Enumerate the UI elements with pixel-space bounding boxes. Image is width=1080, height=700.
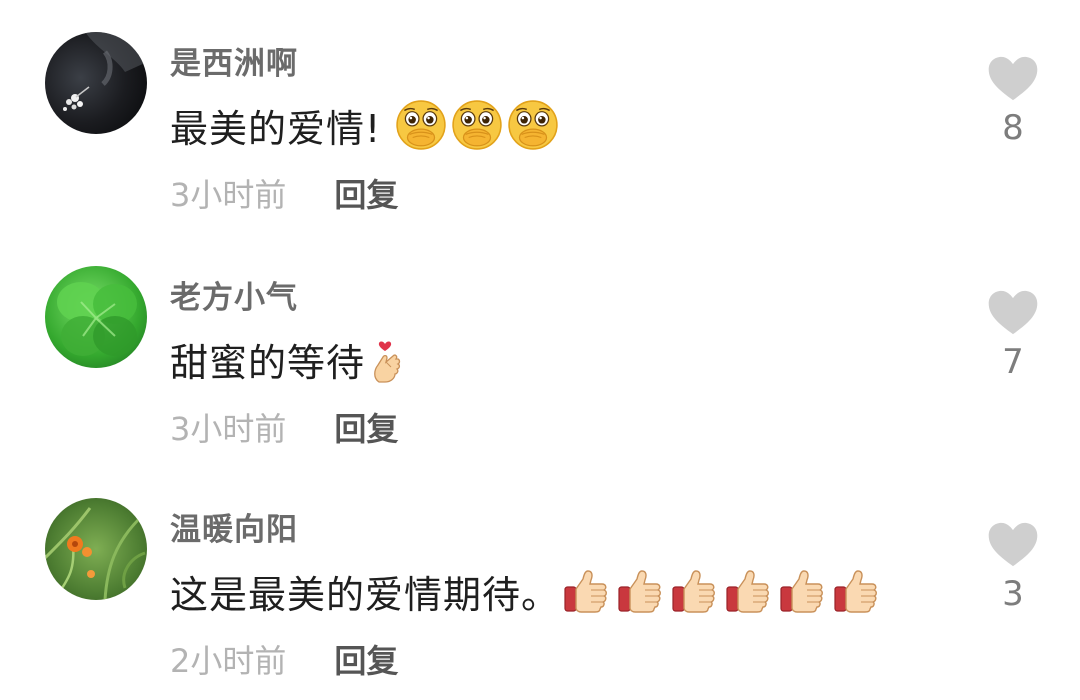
comment-meta: 3小时前 回复 — [170, 170, 398, 216]
like-button[interactable]: 8 — [980, 55, 1046, 148]
pleading-face-emoji — [507, 99, 559, 151]
avatar[interactable] — [45, 32, 147, 134]
like-count: 8 — [1002, 108, 1024, 148]
timestamp: 3小时前 — [170, 176, 287, 214]
heart-icon[interactable] — [986, 55, 1040, 102]
emoji-group — [395, 99, 559, 151]
thumbs-up-emoji — [562, 566, 610, 616]
pleading-face-emoji — [395, 99, 447, 151]
thumbs-up-emoji — [724, 566, 772, 616]
heart-icon[interactable] — [986, 521, 1040, 568]
avatar[interactable] — [45, 498, 147, 600]
comment-item: 温暖向阳 这是最美的爱情期待。 2小时前 回复 3 — [0, 466, 1080, 700]
comment-text: 这是最美的爱情期待。 — [170, 572, 561, 617]
thumbs-up-emoji — [778, 566, 826, 616]
comment-content: 这是最美的爱情期待。 — [170, 566, 880, 617]
comment-item: 是西洲啊 最美的爱情! 3小时前 回复 8 — [0, 0, 1080, 234]
reply-button[interactable]: 回复 — [334, 636, 398, 682]
comment-meta: 2小时前 回复 — [170, 636, 398, 682]
like-count: 3 — [1002, 574, 1024, 614]
comment-text: 最美的爱情! — [170, 106, 382, 151]
comment-meta: 3小时前 回复 — [170, 404, 398, 450]
comment-text: 甜蜜的等待 — [170, 340, 366, 385]
timestamp: 3小时前 — [170, 410, 287, 448]
emoji-group — [562, 566, 880, 616]
pleading-face-emoji — [451, 99, 503, 151]
username[interactable]: 温暖向阳 — [170, 504, 298, 549]
like-button[interactable]: 3 — [980, 521, 1046, 614]
comment-content: 甜蜜的等待 — [170, 334, 409, 385]
thumbs-up-emoji — [832, 566, 880, 616]
thumbs-up-emoji — [670, 566, 718, 616]
reply-button[interactable]: 回复 — [334, 404, 398, 450]
username[interactable]: 老方小气 — [170, 272, 298, 317]
username[interactable]: 是西洲啊 — [170, 38, 298, 83]
timestamp: 2小时前 — [170, 642, 287, 680]
thumbs-up-emoji — [616, 566, 664, 616]
heart-icon[interactable] — [986, 289, 1040, 336]
emoji-group — [369, 334, 409, 384]
like-count: 7 — [1002, 342, 1024, 382]
finger-heart-emoji — [369, 334, 409, 384]
avatar[interactable] — [45, 266, 147, 368]
comment-content: 最美的爱情! — [170, 99, 559, 151]
like-button[interactable]: 7 — [980, 289, 1046, 382]
comment-item: 老方小气 甜蜜的等待 3小时前 回复 7 — [0, 234, 1080, 468]
reply-button[interactable]: 回复 — [334, 170, 398, 216]
